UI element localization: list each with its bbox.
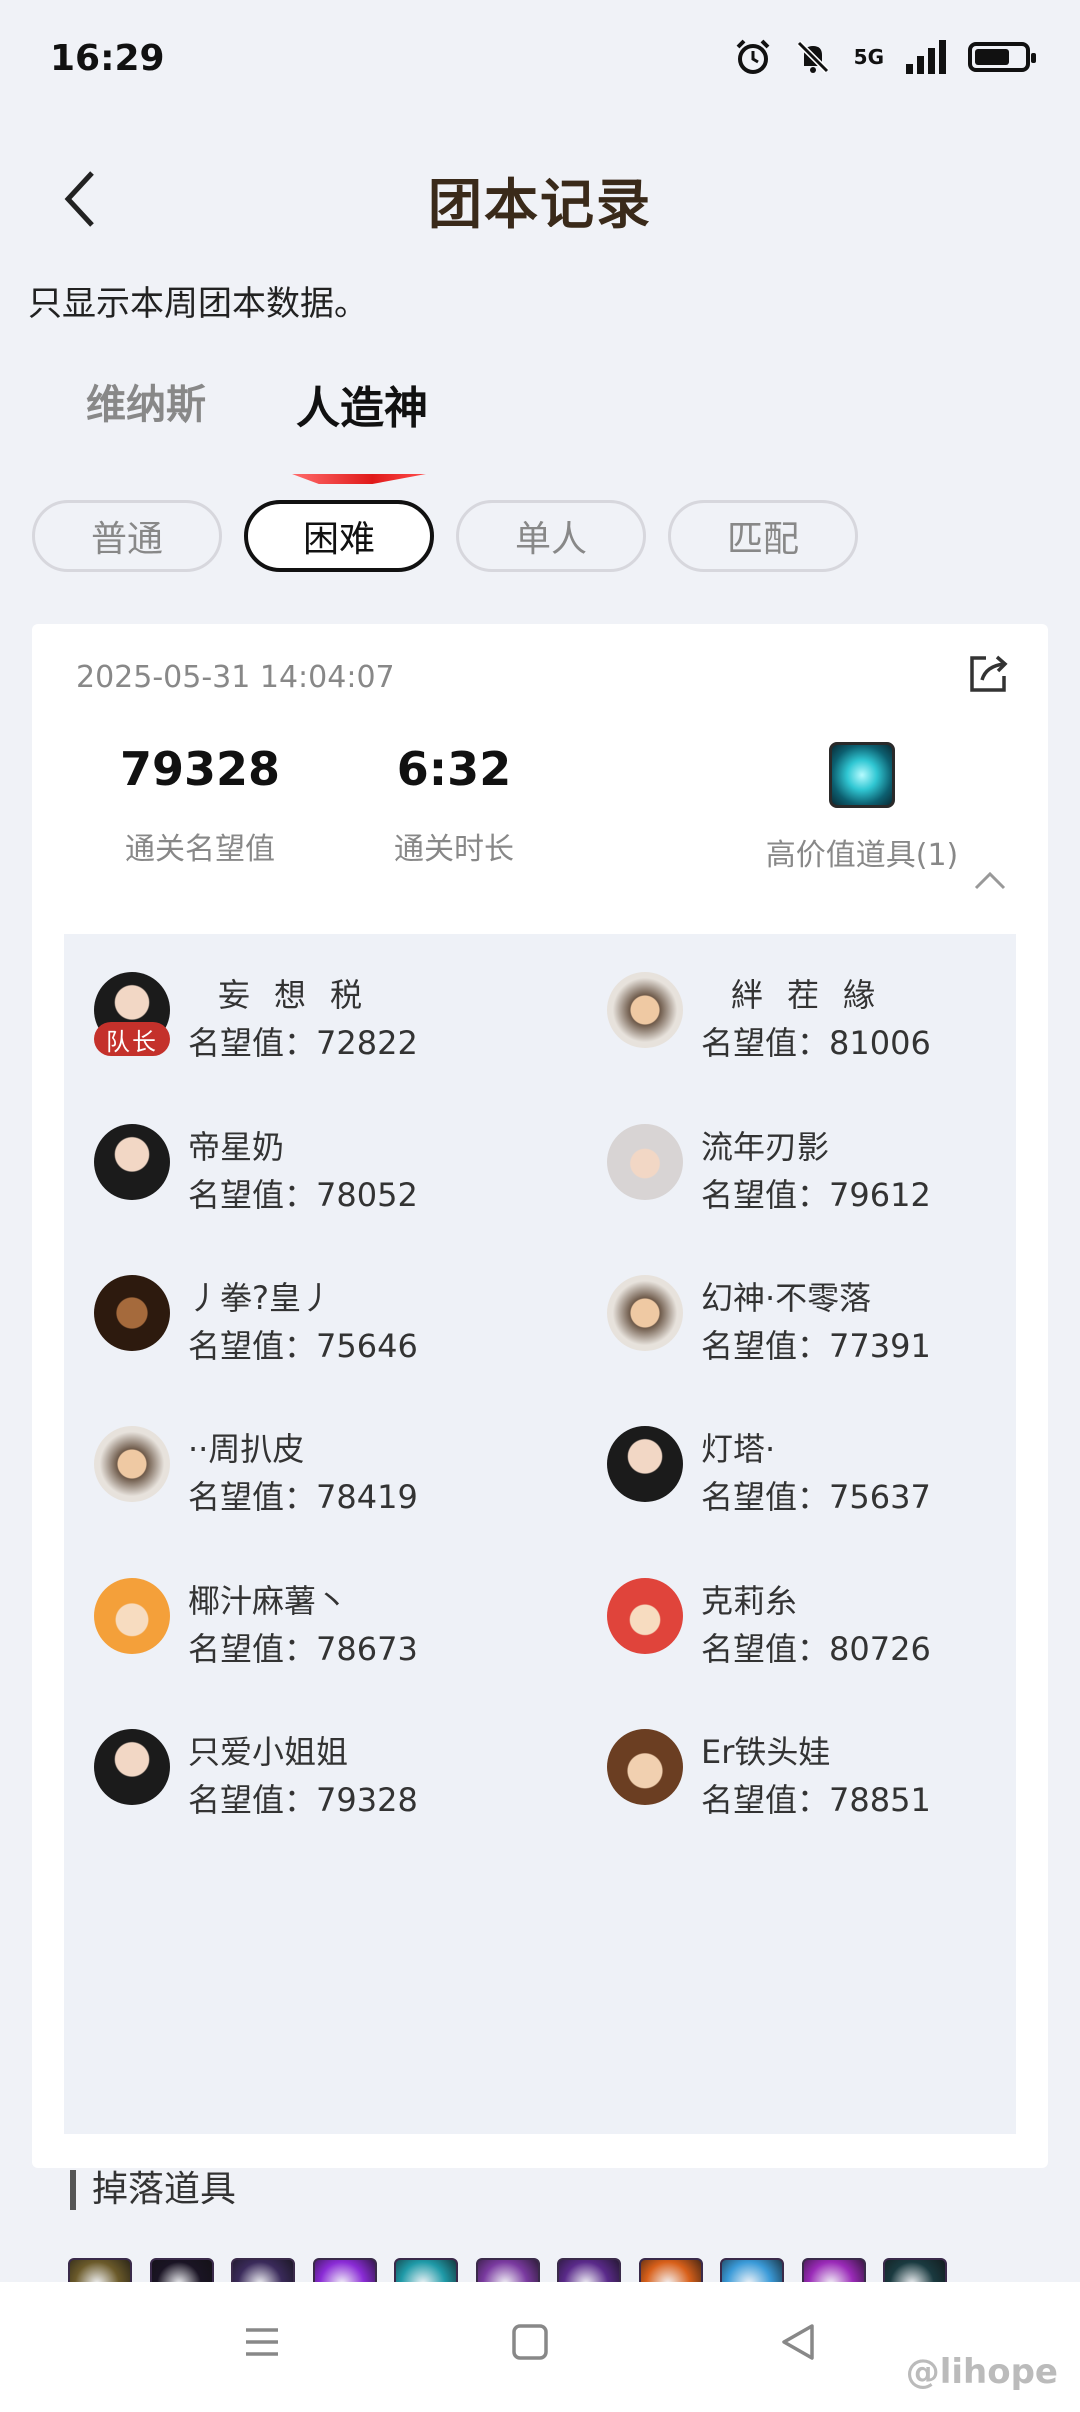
- member-score: 名望值：78851: [701, 1781, 931, 1819]
- drops-title: 掉落道具: [70, 2170, 236, 2210]
- chip-solo[interactable]: 单人: [456, 500, 646, 572]
- back-nav-icon[interactable]: [768, 2312, 828, 2372]
- leader-badge: 队长: [94, 1022, 170, 1056]
- raid-tabs: 维纳斯 人造神: [86, 372, 428, 484]
- member-item[interactable]: Er铁头娃 名望值：78851: [607, 1729, 1067, 1849]
- member-item[interactable]: ··周扒皮 名望值：78419: [94, 1426, 554, 1546]
- chevron-left-icon: [64, 171, 94, 227]
- fame-label: 通关名望值: [125, 832, 275, 867]
- network-label: 5G: [853, 45, 884, 69]
- system-nav-bar: [0, 2282, 1080, 2412]
- member-item[interactable]: 丿拳?皇丿 名望值：75646: [94, 1275, 554, 1395]
- member-name: 幻神·不零落: [701, 1279, 872, 1317]
- avatar: [607, 1426, 683, 1502]
- mute-bell-icon: [796, 40, 829, 74]
- member-score: 名望值：72822: [188, 1024, 418, 1062]
- tab-label: 维纳斯: [86, 382, 206, 428]
- member-name: 丿拳?皇丿: [188, 1279, 333, 1317]
- chevron-up-icon[interactable]: [972, 868, 1008, 892]
- duration-value: 6:32: [396, 742, 512, 796]
- member-name: 絆茬緣: [731, 976, 900, 1014]
- chip-match[interactable]: 匹配: [668, 500, 858, 572]
- member-score: 名望值：78052: [188, 1176, 418, 1214]
- stat-high-value-items[interactable]: 高价值道具(1): [762, 742, 962, 874]
- member-name: 灯塔·: [701, 1430, 776, 1468]
- share-icon[interactable]: [964, 648, 1014, 698]
- member-item[interactable]: 幻神·不零落 名望值：77391: [607, 1275, 1067, 1395]
- avatar: [94, 1426, 170, 1502]
- member-item[interactable]: 只爱小姐姐 名望值：79328: [94, 1729, 554, 1849]
- back-button[interactable]: [50, 164, 110, 234]
- avatar: [94, 1275, 170, 1351]
- member-item[interactable]: 灯塔· 名望值：75637: [607, 1426, 1067, 1546]
- member-item[interactable]: 椰汁麻薯丶 名望值：78673: [94, 1578, 554, 1698]
- member-item[interactable]: 絆茬緣 名望值：81006: [607, 972, 1067, 1092]
- status-icons: 5G: [734, 38, 1036, 76]
- member-item[interactable]: 帝星奶 名望值：78052: [94, 1124, 554, 1244]
- member-name: 流年刃影: [701, 1128, 830, 1166]
- member-score: 名望值：75646: [188, 1327, 418, 1365]
- tab-label: 人造神: [296, 383, 428, 434]
- member-score: 名望值：77391: [701, 1327, 931, 1365]
- member-score: 名望值：78673: [188, 1630, 418, 1668]
- member-score: 名望值：79328: [188, 1781, 418, 1819]
- items-label: 高价值道具(1): [765, 838, 959, 873]
- member-name: ··周扒皮: [188, 1430, 305, 1468]
- member-item[interactable]: 克莉糸 名望值：80726: [607, 1578, 1067, 1698]
- member-score: 名望值：80726: [701, 1630, 931, 1668]
- gem-item-icon: [829, 742, 895, 808]
- avatar: [607, 1124, 683, 1200]
- member-name: 妄想税: [218, 976, 387, 1014]
- tab-venus[interactable]: 维纳斯: [86, 372, 206, 436]
- raid-record-card: 2025-05-31 14:04:07 79328 通关名望值 6:32 通关时…: [32, 624, 1048, 2412]
- watermark-text: @lihope: [905, 2352, 1058, 2392]
- alarm-icon: [736, 39, 770, 74]
- member-name: 只爱小姐姐: [188, 1733, 349, 1771]
- member-score: 名望值：79612: [701, 1176, 931, 1214]
- duration-label: 通关时长: [394, 832, 514, 867]
- member-name: 克莉糸: [701, 1582, 798, 1620]
- avatar: [607, 1729, 683, 1805]
- chip-hard[interactable]: 困难: [244, 500, 434, 572]
- chip-normal[interactable]: 普通: [32, 500, 222, 572]
- member-item[interactable]: 流年刃影 名望值：79612: [607, 1124, 1067, 1244]
- status-time: 16:29: [50, 38, 165, 79]
- page-title: 团本记录: [428, 172, 652, 236]
- avatar: [94, 1124, 170, 1200]
- difficulty-filter: 普通 困难 单人 匹配: [32, 500, 858, 572]
- header: 团本记录: [0, 124, 1080, 274]
- fame-value: 79328: [119, 742, 281, 796]
- member-name: 帝星奶: [188, 1128, 285, 1166]
- notice-text: 只显示本周团本数据。: [28, 284, 368, 324]
- home-icon[interactable]: [500, 2312, 560, 2372]
- stat-fame: 79328 通关名望值: [110, 742, 290, 868]
- member-score: 名望值：81006: [701, 1024, 931, 1062]
- tab-artificial-god[interactable]: 人造神: [292, 372, 428, 484]
- battery-icon: [968, 42, 1036, 72]
- signal-icon: [906, 40, 946, 74]
- avatar: [94, 1729, 170, 1805]
- avatar: [607, 972, 683, 1048]
- member-score: 名望值：78419: [188, 1478, 418, 1516]
- member-name: 椰汁麻薯丶: [188, 1582, 349, 1620]
- tab-active-indicator: [292, 474, 426, 484]
- member-item[interactable]: 队长 妄想税 名望值：72822: [94, 972, 554, 1092]
- avatar: [607, 1578, 683, 1654]
- stat-duration: 6:32 通关时长: [384, 742, 524, 868]
- menu-icon[interactable]: [232, 2312, 292, 2372]
- member-list: 队长 妄想税 名望值：72822 絆茬緣 名望值：81006 帝星奶 名望值：7…: [64, 934, 1016, 2134]
- avatar: [94, 1578, 170, 1654]
- record-datetime: 2025-05-31 14:04:07: [76, 660, 395, 695]
- member-score: 名望值：75637: [701, 1478, 931, 1516]
- member-name: Er铁头娃: [701, 1733, 831, 1771]
- status-bar: 16:29 5G: [0, 0, 1080, 124]
- avatar: [607, 1275, 683, 1351]
